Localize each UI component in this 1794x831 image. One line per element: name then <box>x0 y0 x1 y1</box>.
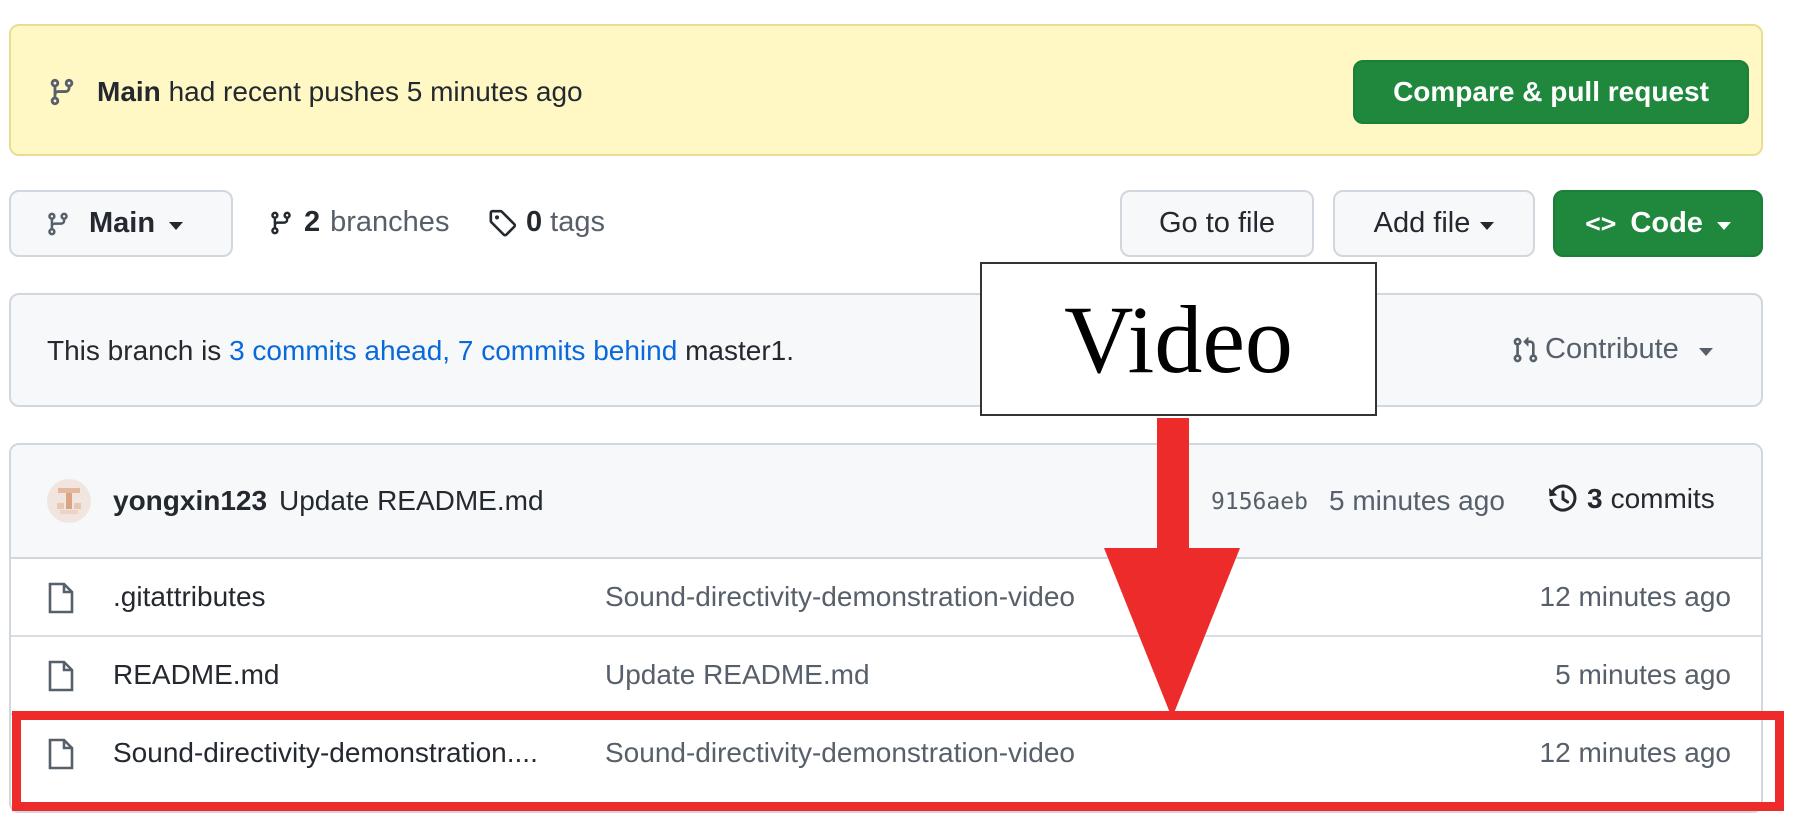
tag-icon <box>489 209 517 236</box>
branches-link[interactable]: 2 branches <box>268 206 449 239</box>
commits-label: commits <box>1610 483 1715 514</box>
file-icon <box>48 582 74 614</box>
pull-request-icon <box>1513 336 1538 362</box>
add-file-label: Add file <box>1373 207 1471 239</box>
branch-select-label: Main <box>89 207 156 239</box>
file-row[interactable]: .gitattributes Sound-directivity-demonst… <box>11 559 1761 637</box>
go-to-file-button[interactable]: Go to file <box>1120 190 1314 257</box>
branch-select-button[interactable]: Main <box>9 190 233 257</box>
branches-count: 2 <box>304 206 321 238</box>
add-file-button[interactable]: Add file <box>1333 190 1535 257</box>
commit-message-link[interactable]: Update README.md <box>279 485 544 517</box>
compare-pull-request-button[interactable]: Compare & pull request <box>1353 60 1749 124</box>
branch-status-box: This branch is 3 commits ahead, 7 commit… <box>9 293 1763 407</box>
contribute-label: Contribute <box>1545 333 1679 365</box>
branch-status-text: This branch is 3 commits ahead, 7 commit… <box>47 335 794 367</box>
chevron-down-icon <box>1716 221 1731 230</box>
tags-label: tags <box>550 206 605 238</box>
recent-push-banner: Main had recent pushes 5 minutes ago Com… <box>9 24 1763 156</box>
chevron-down-icon <box>1480 221 1495 230</box>
commits-behind-link[interactable]: 7 commits behind <box>458 335 677 366</box>
file-icon <box>48 660 74 692</box>
code-button[interactable]: <> Code <box>1553 190 1763 257</box>
latest-commit-header: yongxin123 Update README.md 9156aeb 5 mi… <box>11 445 1761 559</box>
code-icon: <> <box>1585 208 1617 239</box>
banner-branch-name[interactable]: Main <box>97 76 161 107</box>
file-row[interactable]: README.md Update README.md 5 minutes ago <box>11 637 1761 715</box>
status-prefix: This branch is <box>47 335 222 366</box>
history-icon <box>1549 484 1577 512</box>
commits-ahead-link[interactable]: 3 commits ahead, <box>229 335 450 366</box>
tags-count: 0 <box>526 206 543 238</box>
banner-text: had recent pushes 5 minutes ago <box>168 76 583 107</box>
code-label: Code <box>1630 207 1703 239</box>
commits-history-link[interactable]: 3 commits <box>1547 483 1715 515</box>
banner-message: Main had recent pushes 5 minutes ago <box>97 74 583 110</box>
branches-label: branches <box>330 206 450 238</box>
git-branch-icon <box>271 211 291 234</box>
file-name-link[interactable]: README.md <box>113 659 279 691</box>
commits-count: 3 <box>1587 483 1603 514</box>
commit-time: 5 minutes ago <box>1329 485 1505 516</box>
contribute-dropdown[interactable]: Contribute <box>1511 333 1713 366</box>
base-branch: master1. <box>685 335 795 366</box>
commit-author-link[interactable]: yongxin123 <box>113 485 267 517</box>
video-callout-label: Video <box>980 262 1377 416</box>
highlight-box <box>12 711 1784 811</box>
arrow-down-icon <box>1104 418 1240 718</box>
file-name-link[interactable]: .gitattributes <box>113 581 266 613</box>
git-branch-icon <box>50 78 74 106</box>
chevron-down-icon <box>169 221 184 230</box>
file-commit-message[interactable]: Update README.md <box>605 659 870 691</box>
chevron-down-icon <box>1698 347 1713 356</box>
file-commit-message[interactable]: Sound-directivity-demonstration-video <box>605 581 1075 613</box>
file-time: 5 minutes ago <box>1555 659 1731 690</box>
git-branch-icon <box>48 212 68 235</box>
avatar-glyph <box>57 488 81 514</box>
avatar[interactable] <box>47 479 91 523</box>
file-time: 12 minutes ago <box>1539 581 1731 612</box>
tags-link[interactable]: 0 tags <box>488 206 605 239</box>
